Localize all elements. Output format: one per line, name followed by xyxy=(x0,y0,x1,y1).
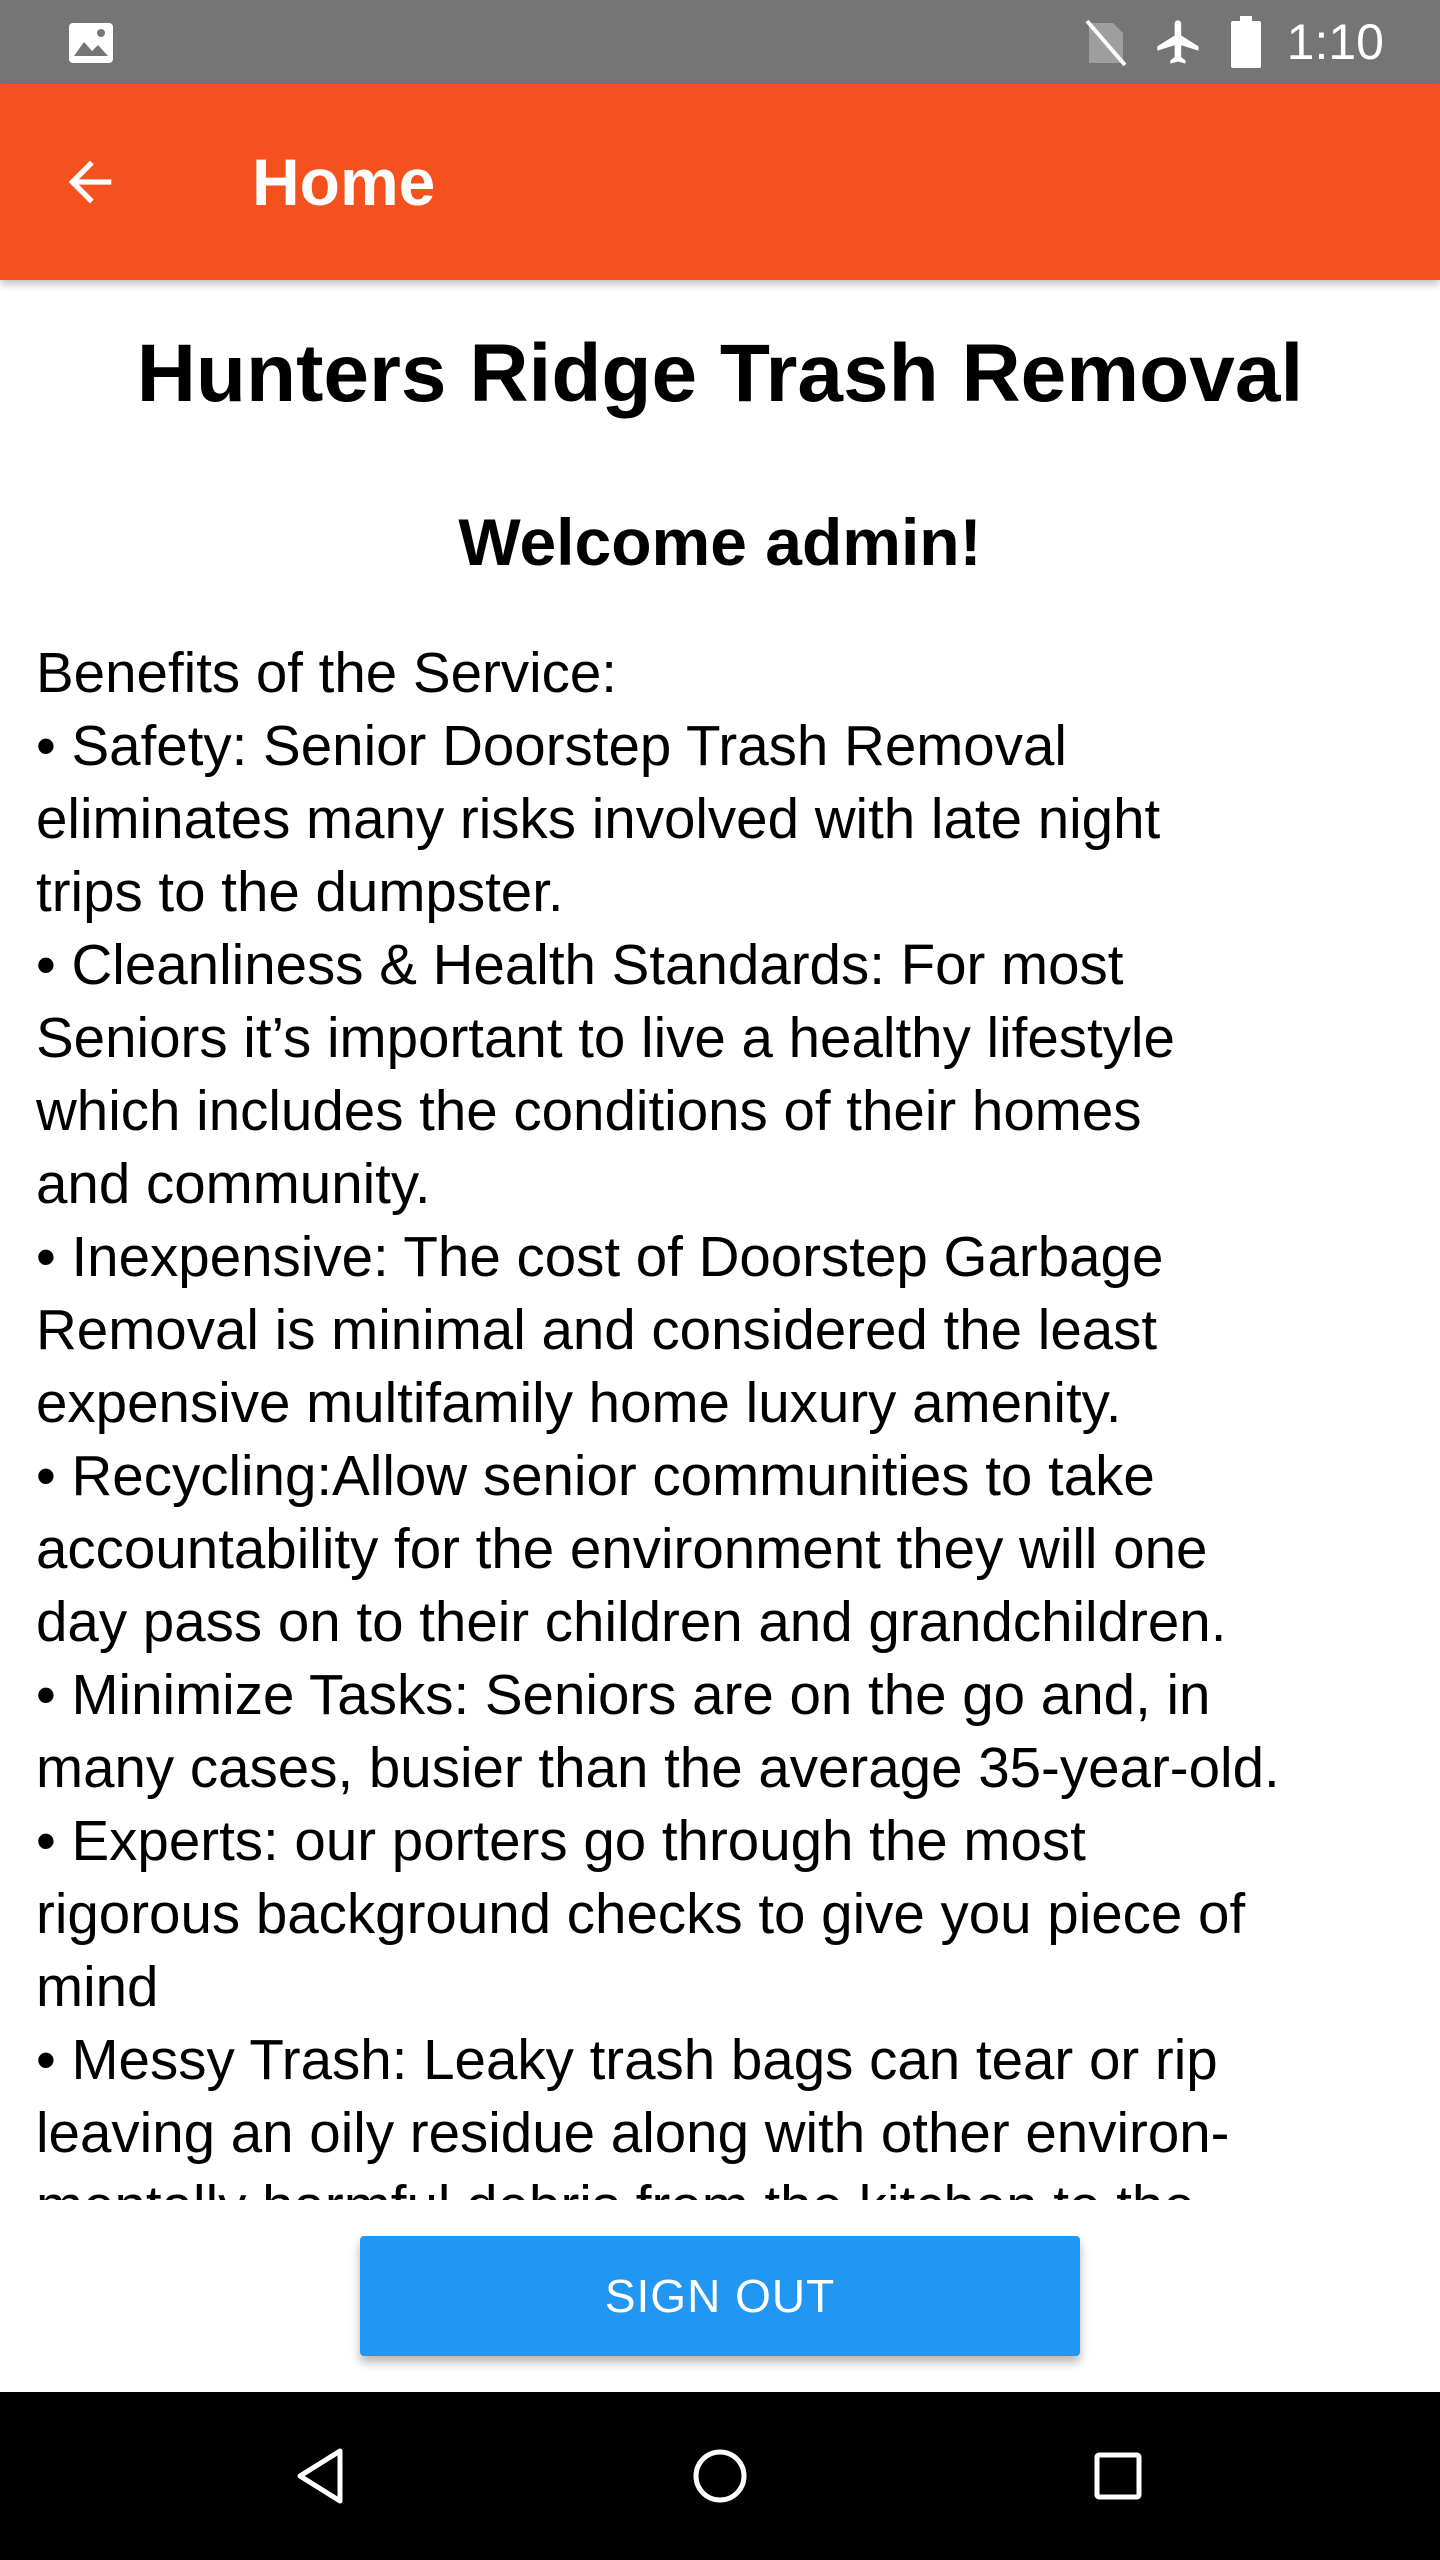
benefits-line: many cases, busier than the average 35-y… xyxy=(36,1736,1280,1799)
benefits-line: Benefits of the Service: xyxy=(36,641,618,704)
gallery-icon xyxy=(69,23,113,63)
back-button[interactable] xyxy=(40,132,140,232)
benefits-line: • Cleanliness & Health Standards: For mo… xyxy=(36,933,1124,996)
welcome-message: Welcome admin! xyxy=(458,505,982,579)
back-triangle-icon xyxy=(297,2448,343,2504)
benefits-line: • Minimize Tasks: Seniors are on the go … xyxy=(36,1663,1211,1726)
benefits-line: accountability for the environment they … xyxy=(36,1517,1208,1580)
benefits-line: and community. xyxy=(36,1152,431,1215)
nav-recents-button[interactable] xyxy=(1078,2436,1158,2516)
status-icons: 1:10 xyxy=(1083,0,1384,84)
battery-icon xyxy=(1230,16,1261,68)
nav-back-button[interactable] xyxy=(280,2436,360,2516)
benefits-line: • Experts: our porters go through the mo… xyxy=(36,1809,1086,1872)
app-bar: Home xyxy=(0,84,1440,280)
no-sim-icon xyxy=(1085,19,1127,67)
benefits-line: expensive multifamily home luxury amenit… xyxy=(36,1371,1122,1434)
benefits-line: mentally harmful debris from the kitchen… xyxy=(36,2169,1416,2200)
system-nav-bar xyxy=(0,2392,1440,2560)
benefits-line: rigorous background checks to give you p… xyxy=(36,1882,1246,1945)
page-heading: Hunters Ridge Trash Removal xyxy=(136,328,1304,419)
benefits-line: which includes the conditions of their h… xyxy=(36,1079,1142,1142)
nav-home-button[interactable] xyxy=(680,2436,760,2516)
sign-out-button[interactable]: SIGN OUT xyxy=(360,2236,1080,2356)
benefits-line: Removal is minimal and considered the le… xyxy=(36,1298,1158,1361)
app-bar-title: Home xyxy=(252,145,436,219)
recents-square-icon xyxy=(1094,2452,1142,2500)
benefits-line: • Safety: Senior Doorstep Trash Removal xyxy=(36,714,1067,777)
benefits-line: • Recycling:Allow senior communities to … xyxy=(36,1444,1155,1507)
arrow-back-icon xyxy=(68,160,112,204)
benefits-line: eliminates many risks involved with late… xyxy=(36,787,1161,850)
benefits-text: Benefits of the Service: • Safety: Senio… xyxy=(36,636,1416,2200)
status-bar: 1:10 xyxy=(0,0,1440,84)
sign-out-area: SIGN OUT xyxy=(0,2200,1440,2392)
benefits-line: day pass on to their children and grandc… xyxy=(36,1590,1227,1653)
main-content[interactable]: Hunters Ridge Trash Removal Welcome admi… xyxy=(0,280,1440,2200)
benefits-line: trips to the dumpster. xyxy=(36,860,564,923)
benefits-line: Seniors it’s important to live a healthy… xyxy=(36,1006,1175,1069)
status-time: 1:10 xyxy=(1286,14,1384,70)
benefits-line: • Inexpensive: The cost of Doorstep Garb… xyxy=(36,1225,1164,1288)
benefits-line: mind xyxy=(36,1955,159,2018)
screen: 1:10 Home Hunters Ridge Trash Removal We… xyxy=(0,0,1440,2560)
home-circle-icon xyxy=(693,2449,747,2503)
airplane-mode-icon xyxy=(1157,20,1199,64)
benefits-line: leaving an oily residue along with other… xyxy=(36,2101,1230,2164)
benefits-line: • Messy Trash: Leaky trash bags can tear… xyxy=(36,2028,1218,2091)
